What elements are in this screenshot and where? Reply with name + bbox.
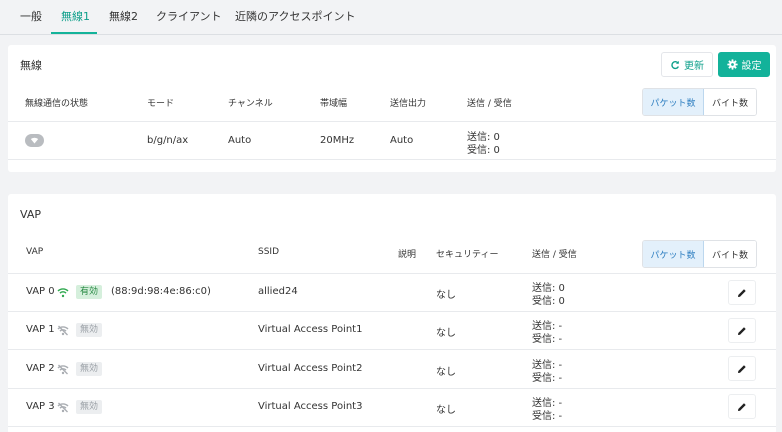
mode-value: b/g/n/ax xyxy=(147,135,189,146)
vap-security: なし xyxy=(436,328,456,339)
wifi-off-icon xyxy=(57,402,69,413)
wireless-title: 無線 xyxy=(20,59,42,72)
vap-security: なし xyxy=(436,290,456,301)
wifi-off-icon xyxy=(57,364,69,375)
settings-label: 設定 xyxy=(741,61,762,72)
packets-toggle[interactable]: パケット数 xyxy=(643,241,704,267)
header-ssid: SSID xyxy=(258,247,280,257)
channel-value: Auto xyxy=(228,135,252,146)
header-tx-power: 送信出力 xyxy=(390,99,427,109)
tab-general[interactable]: 一般 xyxy=(20,0,42,35)
gear-icon xyxy=(726,59,738,70)
header-channel: チャンネル xyxy=(228,99,273,109)
vap-name: VAP 1 xyxy=(26,324,55,335)
refresh-button[interactable]: 更新 xyxy=(661,52,713,77)
divider xyxy=(8,349,776,350)
edit-vap-button[interactable] xyxy=(728,356,756,381)
status-badge: 無効 xyxy=(76,323,103,337)
radio-status-icon xyxy=(25,134,44,147)
header-description: 説明 xyxy=(398,250,417,260)
vap-count-toggle: パケット数 バイト数 xyxy=(642,240,757,268)
edit-vap-button[interactable] xyxy=(728,318,756,343)
tab-neighbor-aps[interactable]: 近隣のアクセスポイント xyxy=(235,0,355,35)
packets-toggle[interactable]: パケット数 xyxy=(643,89,704,115)
divider xyxy=(8,273,776,274)
header-security: セキュリティー xyxy=(436,250,499,260)
pencil-icon xyxy=(738,326,746,335)
vap-mac: (88:9d:98:4e:86:c0) xyxy=(111,286,211,297)
settings-button[interactable]: 設定 xyxy=(718,52,770,77)
tab-clients[interactable]: クライアント xyxy=(156,0,222,35)
vap-title: VAP xyxy=(20,208,41,221)
edit-vap-button[interactable] xyxy=(728,394,756,419)
status-badge: 無効 xyxy=(76,362,103,376)
vap-name: VAP 0 xyxy=(26,286,55,297)
header-tx-rx: 送信 / 受信 xyxy=(467,99,512,109)
rx-value: 受信: 0 xyxy=(467,145,500,156)
vap-security: なし xyxy=(436,405,456,416)
vap-name: VAP 3 xyxy=(26,401,55,412)
header-mode: モード xyxy=(147,99,175,109)
vap-rx: 受信: 0 xyxy=(532,296,565,307)
tab-bar: 一般 無線1 無線2 クライアント 近隣のアクセスポイント xyxy=(0,0,782,35)
refresh-label: 更新 xyxy=(684,61,704,72)
wifi-off-icon xyxy=(57,325,69,336)
wireless-count-toggle: パケット数 バイト数 xyxy=(642,88,757,116)
bandwidth-value: 20MHz xyxy=(320,135,355,146)
divider xyxy=(8,388,776,389)
header-radio-status: 無線通信の状態 xyxy=(25,99,89,109)
header-tx-rx: 送信 / 受信 xyxy=(532,250,577,260)
active-tab-indicator xyxy=(51,32,97,34)
wireless-card: 無線 更新 設定 無線通信の状態 モード チャンネル 帯域幅 送信出力 送信 /… xyxy=(8,45,776,172)
wifi-icon xyxy=(57,288,69,298)
divider xyxy=(8,159,776,160)
divider xyxy=(8,311,776,312)
tab-wireless2[interactable]: 無線2 xyxy=(109,0,138,35)
vap-ssid: Virtual Access Point3 xyxy=(258,401,363,412)
pencil-icon xyxy=(738,364,746,373)
edit-vap-button[interactable] xyxy=(728,280,756,305)
vap-ssid: Virtual Access Point2 xyxy=(258,363,363,374)
vap-ssid: allied24 xyxy=(258,286,298,297)
vap-name: VAP 2 xyxy=(26,363,55,374)
vap-rx: 受信: - xyxy=(532,334,563,345)
tab-wireless1[interactable]: 無線1 xyxy=(61,0,90,35)
divider xyxy=(8,426,776,427)
pencil-icon xyxy=(738,288,746,297)
header-bandwidth: 帯域幅 xyxy=(320,99,348,109)
refresh-icon xyxy=(671,60,680,69)
bytes-toggle[interactable]: バイト数 xyxy=(703,241,756,267)
header-vap: VAP xyxy=(26,247,44,257)
vap-rx: 受信: - xyxy=(532,411,563,422)
status-badge: 有効 xyxy=(76,285,103,299)
tx-power-value: Auto xyxy=(390,135,414,146)
pencil-icon xyxy=(738,402,746,411)
wifi-icon xyxy=(30,137,39,144)
vap-card: VAP VAP SSID 説明 セキュリティー 送信 / 受信 パケット数 バイ… xyxy=(8,194,776,432)
status-badge: 無効 xyxy=(76,400,103,414)
vap-rx: 受信: - xyxy=(532,373,563,384)
vap-security: なし xyxy=(436,367,456,378)
vap-ssid: Virtual Access Point1 xyxy=(258,324,363,335)
bytes-toggle[interactable]: バイト数 xyxy=(703,89,756,115)
divider xyxy=(8,121,776,122)
